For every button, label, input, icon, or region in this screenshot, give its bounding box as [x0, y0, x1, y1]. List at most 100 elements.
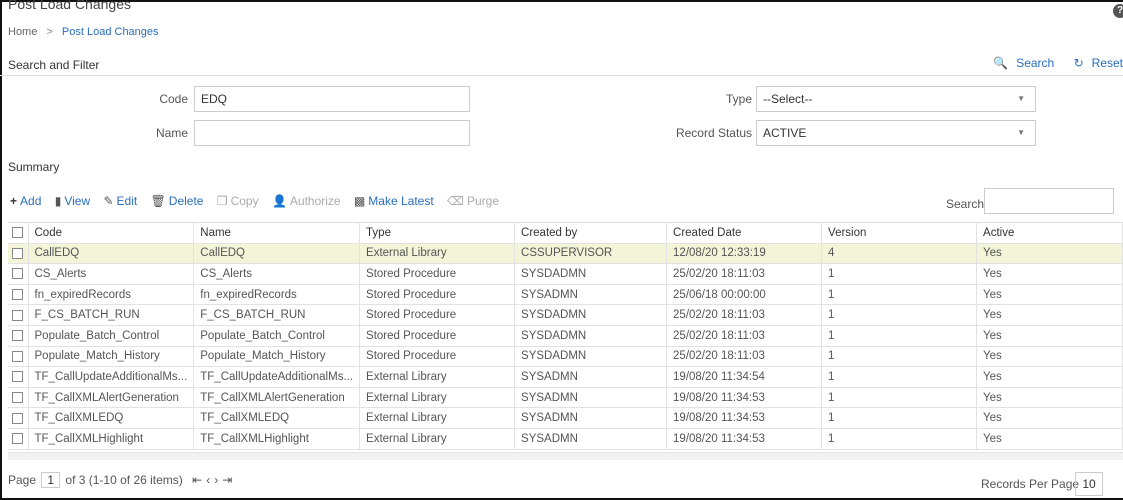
table-row[interactable]: TF_CallXMLHighlight TF_CallXMLHighlight Ex… — [8, 428, 1123, 450]
make-latest-button[interactable]: ▩ Make Latest — [354, 194, 434, 208]
table-row[interactable]: TF_CallXMLAlertGeneration TF_CallXMLAlert… — [8, 387, 1123, 409]
select-all-checkbox[interactable] — [12, 227, 23, 239]
cell-active: Yes — [976, 428, 1123, 450]
breadcrumb-home[interactable]: Home — [8, 26, 37, 38]
cell-active: Yes — [976, 263, 1123, 285]
view-button[interactable]: ▮ View — [55, 194, 90, 208]
row-checkbox[interactable] — [12, 392, 23, 404]
table-row[interactable]: Populate_Batch_Control Populate_Batch_Con… — [8, 325, 1123, 347]
row-checkbox[interactable] — [12, 247, 23, 259]
type-select[interactable]: --Select-- ▼ — [756, 86, 1036, 112]
make-latest-label: Make Latest — [368, 194, 434, 208]
purge-button[interactable]: ⌫ Purge — [447, 194, 499, 208]
next-page-icon[interactable]: › — [214, 473, 222, 487]
previous-page-icon[interactable]: ‹ — [206, 473, 214, 487]
first-page-icon[interactable]: ⇤ — [192, 473, 206, 487]
row-checkbox-cell[interactable] — [8, 407, 29, 429]
row-checkbox[interactable] — [12, 309, 23, 321]
table-row[interactable]: CallEDQ CallEDQ External Library CSSUPERVIS… — [8, 243, 1123, 265]
cell-name: fn_expiredRecords — [193, 284, 361, 306]
row-checkbox[interactable] — [12, 289, 23, 301]
row-checkbox-cell[interactable] — [8, 284, 29, 306]
table-row[interactable]: fn_expiredRecords fn_expiredRecords Stored… — [8, 284, 1123, 306]
cell-code: Populate_Match_History — [28, 346, 195, 368]
cell-created-date: 19/08/20 11:34:54 — [666, 366, 823, 388]
row-checkbox[interactable] — [12, 371, 23, 383]
eraser-icon: ⌫ — [447, 194, 464, 208]
cell-active: Yes — [976, 387, 1123, 409]
row-checkbox-cell[interactable] — [8, 346, 29, 368]
cell-active: Yes — [976, 366, 1123, 388]
horizontal-scrollbar[interactable] — [8, 452, 1123, 460]
cell-type: External Library — [359, 366, 516, 388]
cell-created-date: 25/02/20 18:11:03 — [666, 325, 823, 347]
records-table: Code Name Type Created by Created Date V… — [8, 222, 1123, 450]
cell-version: 1 — [821, 304, 978, 326]
page-label: Page — [8, 473, 37, 487]
record-status-label: Record Status — [675, 126, 752, 140]
cell-code: TF_CallXMLAlertGeneration — [28, 387, 195, 409]
column-header-name[interactable]: Name — [193, 222, 361, 244]
column-header-created-date[interactable]: Created Date — [666, 222, 823, 244]
user-icon: 👤 — [271, 194, 287, 208]
row-checkbox[interactable] — [12, 412, 23, 424]
row-checkbox-cell[interactable] — [8, 304, 29, 326]
breadcrumb-current[interactable]: Post Load Changes — [62, 26, 159, 38]
table-search-label: Search — [946, 197, 985, 211]
last-page-icon[interactable]: ⇥ — [222, 473, 236, 487]
row-checkbox[interactable] — [12, 330, 23, 342]
cell-created-by: SYSADMN — [514, 428, 668, 450]
record-status-select[interactable]: ACTIVE ▼ — [756, 120, 1036, 146]
table-row[interactable]: TF_CallXMLEDQ TF_CallXMLEDQ External Libra… — [8, 407, 1123, 429]
table-row[interactable]: F_CS_BATCH_RUN F_CS_BATCH_RUN Stored Proce… — [8, 304, 1123, 326]
row-checkbox[interactable] — [12, 433, 23, 445]
records-per-page-input[interactable]: 10 — [1075, 472, 1103, 496]
search-filter-heading: Search and Filter — [0, 54, 1123, 76]
row-checkbox-cell[interactable] — [8, 387, 29, 409]
add-button[interactable]: + Add — [10, 194, 41, 208]
authorize-button[interactable]: 👤 Authorize — [272, 194, 341, 208]
cell-active: Yes — [976, 304, 1123, 326]
make-latest-icon: ▩ — [353, 194, 366, 208]
select-all-checkbox-cell[interactable] — [8, 222, 29, 244]
row-checkbox-cell[interactable] — [8, 263, 29, 285]
table-row[interactable]: CS_Alerts CS_Alerts Stored Procedure SYSDAD… — [8, 263, 1123, 285]
search-button[interactable]: 🔍 Search — [985, 56, 1054, 70]
help-icon[interactable]: ? — [1113, 4, 1123, 18]
table-row[interactable]: TF_CallUpdateAdditionalMs... TF_CallUpdat… — [8, 366, 1123, 388]
table-search-input[interactable] — [984, 188, 1114, 214]
cell-name: Populate_Batch_Control — [193, 325, 361, 347]
column-header-type[interactable]: Type — [359, 222, 516, 244]
row-checkbox-cell[interactable] — [8, 243, 29, 265]
row-checkbox-cell[interactable] — [8, 366, 29, 388]
row-checkbox-cell[interactable] — [8, 428, 29, 450]
delete-button[interactable]: 🗑 Delete — [151, 194, 204, 208]
column-header-active[interactable]: Active — [976, 222, 1123, 244]
row-checkbox[interactable] — [12, 268, 23, 280]
column-header-code[interactable]: Code — [28, 222, 195, 244]
records-per-page-label: Records Per Page — [981, 477, 1080, 491]
cell-name: Populate_Match_History — [193, 346, 361, 368]
table-row[interactable]: Populate_Match_History Populate_Match_His… — [8, 346, 1123, 368]
row-checkbox[interactable] — [12, 350, 23, 362]
cell-name: TF_CallUpdateAdditionalMs... — [193, 366, 361, 388]
column-header-version[interactable]: Version — [821, 222, 978, 244]
page-title: Post Load Changes — [8, 0, 131, 12]
copy-button[interactable]: ❐ Copy — [217, 194, 259, 208]
cell-created-by: SYSDADMN — [514, 263, 668, 285]
cell-type: Stored Procedure — [359, 284, 516, 306]
column-header-created-by[interactable]: Created by — [514, 222, 668, 244]
authorize-label: Authorize — [289, 194, 341, 208]
row-checkbox-cell[interactable] — [8, 325, 29, 347]
code-field[interactable]: EDQ — [194, 86, 470, 112]
edit-button[interactable]: ✎ Edit — [103, 194, 137, 208]
cell-name: F_CS_BATCH_RUN — [193, 304, 361, 326]
breadcrumb-separator: > — [46, 26, 53, 38]
cell-type: Stored Procedure — [359, 325, 516, 347]
cell-version: 1 — [821, 325, 978, 347]
code-label: Code — [159, 92, 188, 106]
page-number-input[interactable]: 1 — [41, 472, 61, 488]
reset-button[interactable]: ↻ Reset — [1066, 56, 1123, 70]
name-field[interactable] — [194, 120, 470, 146]
cell-created-by: SYSDADMN — [514, 346, 668, 368]
